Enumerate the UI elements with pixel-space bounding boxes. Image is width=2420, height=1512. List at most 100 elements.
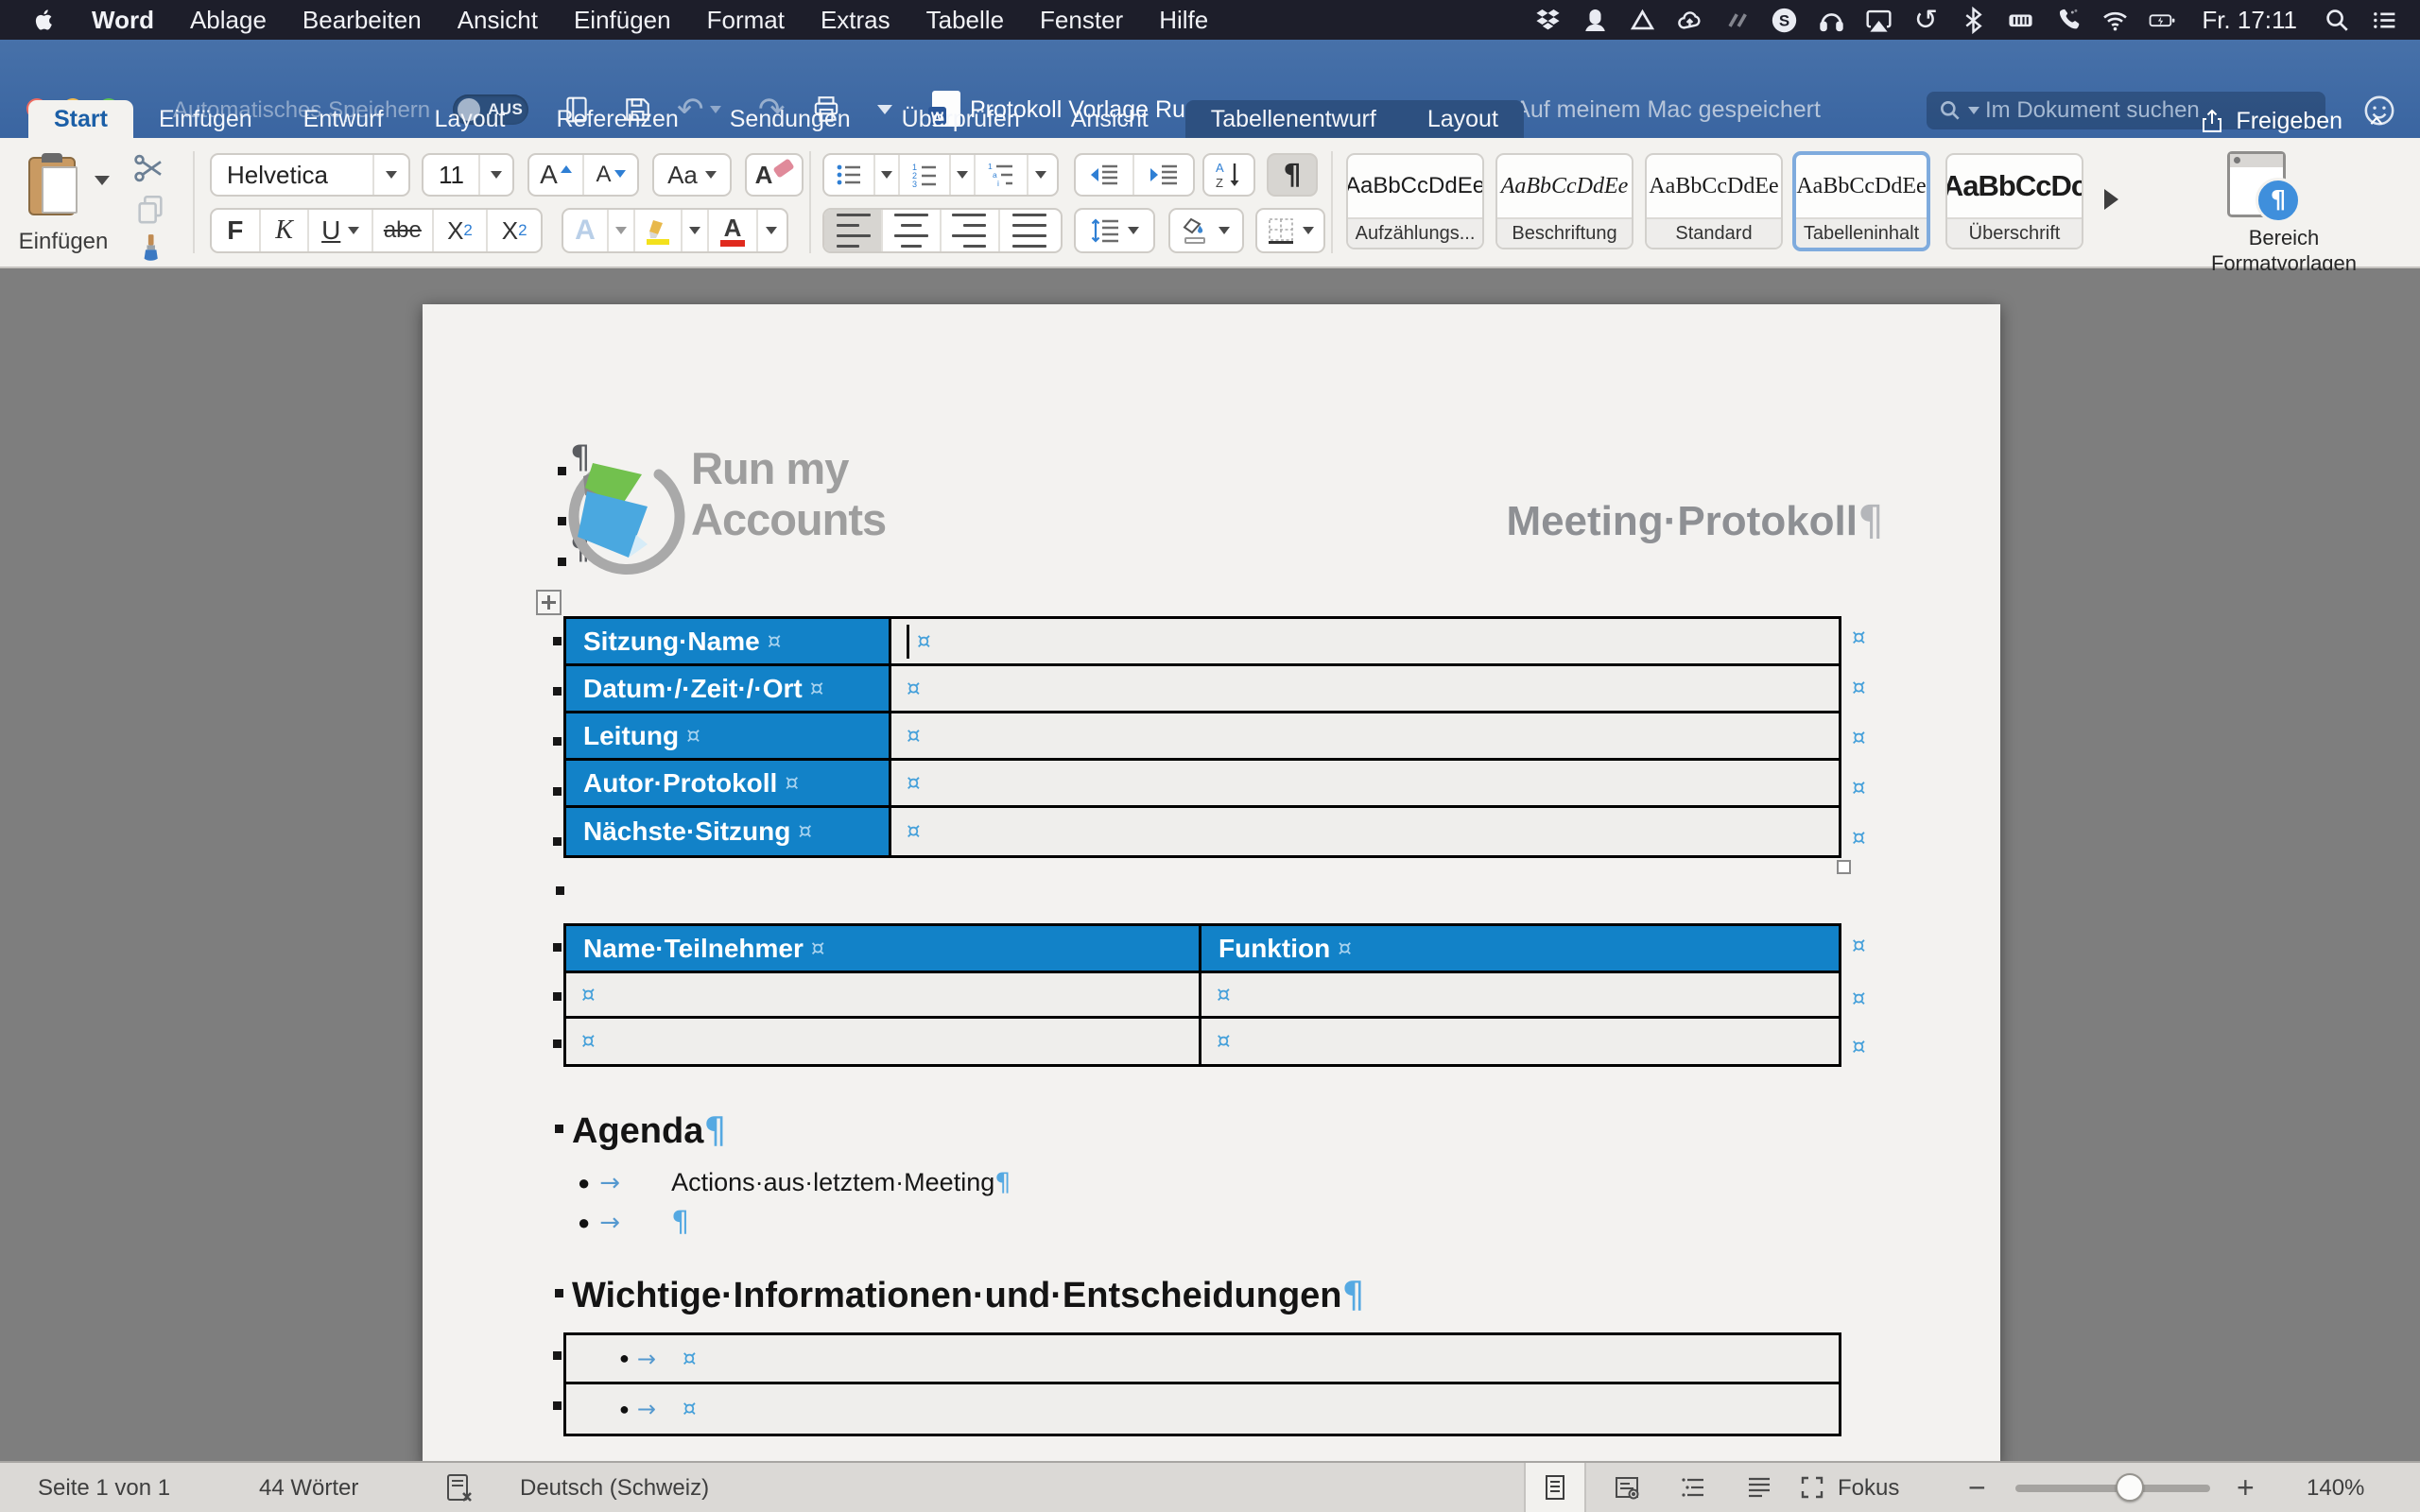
- tab-referenzen[interactable]: Referenzen: [531, 100, 704, 138]
- tab-tabellenentwurf[interactable]: Tabellenentwurf: [1185, 100, 1402, 138]
- tab-sendungen[interactable]: Sendungen: [704, 100, 876, 138]
- numbered-list-button[interactable]: 123: [900, 155, 951, 195]
- table-resize-handle[interactable]: [1837, 860, 1851, 874]
- show-formatting-marks-button[interactable]: ¶: [1267, 153, 1318, 197]
- skype-icon[interactable]: S: [1763, 3, 1805, 37]
- focus-mode-label[interactable]: Fokus: [1838, 1475, 1899, 1502]
- menu-clock[interactable]: Fr. 17:11: [2188, 6, 2310, 35]
- font-color-button[interactable]: A: [709, 210, 758, 251]
- tab-start[interactable]: Start: [28, 100, 133, 138]
- table-row[interactable]: ¤ ¤: [566, 973, 1839, 1019]
- font-name-value[interactable]: Helvetica: [212, 155, 374, 195]
- tab-entwurf[interactable]: Entwurf: [278, 100, 409, 138]
- apple-menu-icon[interactable]: [15, 7, 74, 33]
- handoff-phone-icon[interactable]: [2047, 3, 2088, 37]
- line-spacing-caret-icon[interactable]: [1128, 227, 1139, 234]
- shading-caret-icon[interactable]: [1219, 227, 1230, 234]
- language-status[interactable]: Deutsch (Schweiz): [520, 1475, 709, 1502]
- copy-button[interactable]: [134, 193, 166, 230]
- zoom-slider-thumb[interactable]: [2116, 1473, 2144, 1502]
- info-header-cell[interactable]: Nächste·Sitzung ¤: [566, 808, 891, 855]
- airplay-icon[interactable]: [1858, 3, 1899, 37]
- underline-caret-icon[interactable]: [348, 227, 360, 234]
- participants-header-funktion[interactable]: Funktion ¤: [1201, 926, 1839, 971]
- table-row[interactable]: Leitung ¤ ¤: [566, 713, 1839, 761]
- table-row[interactable]: ● → ¤: [566, 1384, 1839, 1434]
- cloud-sync-icon[interactable]: [1668, 3, 1710, 37]
- borders-caret-icon[interactable]: [1303, 227, 1314, 234]
- decisions-table[interactable]: ● → ¤ ● → ¤: [563, 1332, 1841, 1436]
- control-center-icon[interactable]: [2363, 3, 2405, 37]
- increase-indent-button[interactable]: [1134, 155, 1193, 195]
- participant-name-cell[interactable]: ¤: [566, 1019, 1201, 1064]
- paste-button[interactable]: [28, 153, 83, 217]
- menu-bearbeiten[interactable]: Bearbeiten: [285, 6, 440, 35]
- info-header-cell[interactable]: Sitzung·Name ¤: [566, 619, 891, 663]
- table-move-handle-icon[interactable]: [536, 590, 562, 615]
- tab-einfuegen[interactable]: Einfügen: [133, 100, 278, 138]
- style-card-standard[interactable]: AaBbCcDdEe Standard: [1645, 153, 1783, 249]
- document-page[interactable]: ¶ ¶ Run my Accounts Meeting·Protokoll¶ S…: [423, 304, 2000, 1461]
- table-header-row[interactable]: Name·Teilnehmer ¤ Funktion ¤: [566, 926, 1839, 973]
- menu-tabelle[interactable]: Tabelle: [908, 6, 1022, 35]
- participant-funktion-cell[interactable]: ¤: [1201, 973, 1839, 1016]
- paste-caret-icon[interactable]: [95, 176, 110, 185]
- wifi-icon[interactable]: [2094, 3, 2135, 37]
- headset-icon[interactable]: [1810, 3, 1852, 37]
- tab-layout[interactable]: Layout: [408, 100, 530, 138]
- highlight-button[interactable]: [635, 210, 683, 251]
- battery-icon[interactable]: [2141, 3, 2183, 37]
- font-name-caret-icon[interactable]: [374, 155, 408, 195]
- menu-fenster[interactable]: Fenster: [1022, 6, 1141, 35]
- user-silhouette-icon[interactable]: [1574, 3, 1616, 37]
- info-value-cell[interactable]: ¤: [891, 666, 1839, 711]
- info-value-cell[interactable]: ¤: [891, 808, 1839, 855]
- view-draft-button[interactable]: [1728, 1463, 1790, 1512]
- text-effects-caret-icon[interactable]: [609, 210, 635, 251]
- decision-cell[interactable]: ● → ¤: [566, 1335, 1839, 1382]
- bold-button[interactable]: F: [212, 210, 261, 251]
- table-row[interactable]: ¤ ¤: [566, 1019, 1839, 1064]
- info-header-cell[interactable]: Datum·/·Zeit·/·Ort ¤: [566, 666, 891, 711]
- zoom-out-button[interactable]: −: [1968, 1470, 1986, 1505]
- clear-formatting-button[interactable]: A: [745, 153, 804, 197]
- share-button[interactable]: Freigeben: [2198, 107, 2388, 135]
- style-card-ueberschrift[interactable]: AaBbCcDc Überschrift: [1945, 153, 2083, 249]
- shading-button[interactable]: [1168, 208, 1244, 253]
- spotlight-icon[interactable]: [2316, 3, 2358, 37]
- more-styles-arrow-icon[interactable]: [2104, 189, 2118, 210]
- menu-einfuegen[interactable]: Einfügen: [556, 6, 689, 35]
- font-name-combo[interactable]: Helvetica: [210, 153, 410, 197]
- borders-button[interactable]: [1255, 208, 1325, 253]
- highlight-caret-icon[interactable]: [683, 210, 709, 251]
- decision-cell[interactable]: ● → ¤: [566, 1384, 1839, 1434]
- style-card-beschriftung[interactable]: AaBbCcDdEe Beschriftung: [1495, 153, 1634, 249]
- font-color-caret-icon[interactable]: [758, 210, 785, 251]
- justify-button[interactable]: [1000, 210, 1059, 251]
- view-web-layout-button[interactable]: [1596, 1463, 1658, 1512]
- participants-header-name[interactable]: Name·Teilnehmer ¤: [566, 926, 1201, 971]
- menu-extras[interactable]: Extras: [803, 6, 908, 35]
- time-machine-icon[interactable]: ↺: [1905, 3, 1946, 37]
- info-value-cell[interactable]: ¤: [891, 761, 1839, 805]
- info-header-cell[interactable]: Leitung ¤: [566, 713, 891, 758]
- proofing-status-icon[interactable]: [444, 1472, 475, 1511]
- font-size-combo[interactable]: 11: [422, 153, 514, 197]
- tab-tabelle-layout[interactable]: Layout: [1402, 100, 1524, 138]
- tab-ueberpruefen[interactable]: Überprüfen: [876, 100, 1046, 138]
- focus-mode-icon[interactable]: [1800, 1475, 1824, 1506]
- menu-ansicht[interactable]: Ansicht: [440, 6, 556, 35]
- style-card-tabelleninhalt[interactable]: AaBbCcDdEe Tabelleninhalt: [1792, 151, 1930, 251]
- info-value-cell[interactable]: ¤: [891, 619, 1839, 663]
- table-row[interactable]: Nächste·Sitzung ¤ ¤: [566, 808, 1839, 855]
- style-card-aufzaehlung[interactable]: AaBbCcDdEe Aufzählungs...: [1346, 153, 1484, 249]
- sort-button[interactable]: AZ: [1202, 153, 1255, 197]
- view-outline-button[interactable]: [1662, 1463, 1724, 1512]
- align-center-button[interactable]: [883, 210, 942, 251]
- styles-pane-button[interactable]: ¶: [2227, 151, 2301, 223]
- grow-font-button[interactable]: A: [529, 155, 584, 195]
- table-row[interactable]: ● → ¤: [566, 1335, 1839, 1384]
- bullet-list-caret-icon[interactable]: [875, 155, 900, 195]
- font-size-caret-icon[interactable]: [480, 155, 512, 195]
- info-header-cell[interactable]: Autor·Protokoll ¤: [566, 761, 891, 805]
